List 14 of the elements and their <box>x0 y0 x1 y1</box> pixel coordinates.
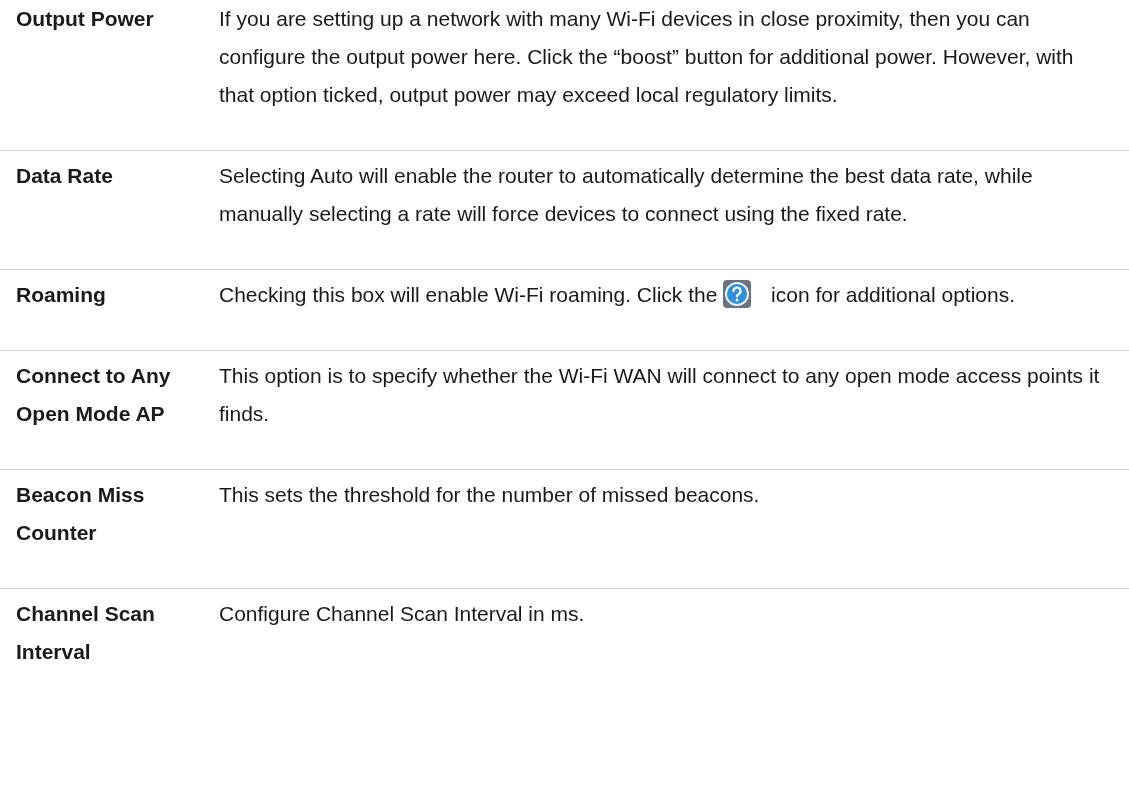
row-label: Roaming <box>15 282 107 308</box>
description-text: This option is to specify whether the Wi-Fi WAN will connect to any open mode access points it finds. <box>219 364 1100 425</box>
row-label: Data Rate <box>15 163 114 189</box>
description-text: Configure Channel Scan Interval in ms. <box>219 602 585 625</box>
description-text: This sets the threshold for the number of missed beacons. <box>219 483 760 506</box>
description-text: Selecting Auto will enable the router to automatically determine the best data rate, while manually selecting a rate will force devices to connect using the fixed rate. <box>219 164 1033 225</box>
help-icon <box>723 280 752 308</box>
row-label: Output Power <box>15 6 155 32</box>
description-text: If you are setting up a network with many Wi-Fi devices in close proximity, then you can configure the output power here. Click the “boost” button for additional power. However, with that option ticked, output power may exceed local regulatory limits. <box>219 7 1074 106</box>
row-label: Channel Scan Interval <box>15 601 156 665</box>
row-label: Connect to Any Open Mode AP <box>15 363 172 427</box>
description-text: icon for additional options. <box>771 283 1016 306</box>
row-label: Beacon Miss Counter <box>15 482 146 546</box>
description-text: Checking this box will enable Wi-Fi roaming. Click the <box>219 283 718 306</box>
